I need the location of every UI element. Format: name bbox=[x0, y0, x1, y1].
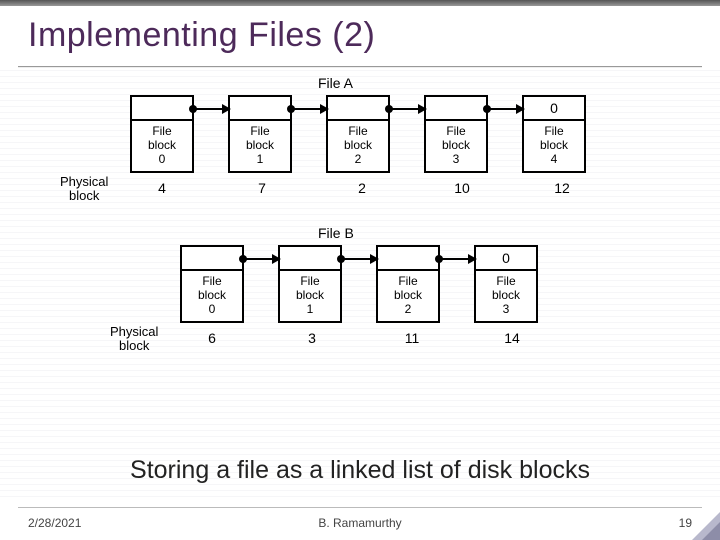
file-a-block-0: File block 0 bbox=[130, 95, 194, 173]
file-a-row: File block 0 File block 1 File block 2 F… bbox=[130, 95, 586, 173]
phys-num: 4 bbox=[130, 180, 194, 196]
ptr-cell bbox=[426, 97, 486, 121]
top-bar bbox=[0, 0, 720, 6]
footer-author: B. Ramamurthy bbox=[28, 516, 692, 530]
phys-num: 2 bbox=[330, 180, 394, 196]
phys-num: 11 bbox=[380, 330, 444, 346]
phys-num: 7 bbox=[230, 180, 294, 196]
ptr-cell bbox=[230, 97, 290, 121]
phys-num: 10 bbox=[430, 180, 494, 196]
arrow-icon bbox=[487, 108, 523, 110]
phys-num: 3 bbox=[280, 330, 344, 346]
block-body: File block 0 bbox=[182, 271, 242, 321]
file-b-physical-row: 6 3 11 14 bbox=[180, 330, 544, 346]
block-body: File block 4 bbox=[524, 121, 584, 171]
file-a-block-1: File block 1 bbox=[228, 95, 292, 173]
arrow-icon bbox=[439, 258, 475, 260]
file-b-row: File block 0 File block 1 File block 2 0… bbox=[180, 245, 538, 323]
ptr-cell: 0 bbox=[524, 97, 584, 121]
phys-num: 12 bbox=[530, 180, 594, 196]
page-curl-icon bbox=[692, 512, 720, 540]
file-a-label: File A bbox=[318, 75, 353, 91]
file-a-physical-row: 4 7 2 10 12 bbox=[130, 180, 594, 196]
block-body: File block 1 bbox=[230, 121, 290, 171]
phys-num: 14 bbox=[480, 330, 544, 346]
arrow-icon bbox=[389, 108, 425, 110]
file-a-block-2: File block 2 bbox=[326, 95, 390, 173]
block-body: File block 1 bbox=[280, 271, 340, 321]
block-body: File block 2 bbox=[378, 271, 438, 321]
phys-num: 6 bbox=[180, 330, 244, 346]
arrow-icon bbox=[341, 258, 377, 260]
block-body: File block 3 bbox=[426, 121, 486, 171]
linked-list-diagram: File A File block 0 File block 1 File bl… bbox=[60, 75, 620, 445]
physical-block-label-b: Physical block bbox=[110, 325, 158, 354]
arrow-icon bbox=[291, 108, 327, 110]
block-body: File block 3 bbox=[476, 271, 536, 321]
file-b-block-2: File block 2 bbox=[376, 245, 440, 323]
file-b-block-0: File block 0 bbox=[180, 245, 244, 323]
footer-rule bbox=[18, 507, 702, 508]
slide-title: Implementing Files (2) bbox=[28, 16, 375, 55]
file-b-block-1: File block 1 bbox=[278, 245, 342, 323]
ptr-cell bbox=[328, 97, 388, 121]
file-a-block-3: File block 3 bbox=[424, 95, 488, 173]
slide-caption: Storing a file as a linked list of disk … bbox=[0, 456, 720, 485]
ptr-cell bbox=[132, 97, 192, 121]
physical-block-label-a: Physical block bbox=[60, 175, 108, 204]
file-b-label: File B bbox=[318, 225, 354, 241]
arrow-icon bbox=[243, 258, 279, 260]
file-b-block-3: 0 File block 3 bbox=[474, 245, 538, 323]
block-body: File block 2 bbox=[328, 121, 388, 171]
footer: 2/28/2021 B. Ramamurthy 19 bbox=[28, 516, 692, 530]
arrow-icon bbox=[193, 108, 229, 110]
ptr-cell: 0 bbox=[476, 247, 536, 271]
file-a-block-4: 0 File block 4 bbox=[522, 95, 586, 173]
ptr-cell bbox=[182, 247, 242, 271]
title-rule bbox=[18, 66, 702, 68]
ptr-cell bbox=[378, 247, 438, 271]
ptr-cell bbox=[280, 247, 340, 271]
block-body: File block 0 bbox=[132, 121, 192, 171]
